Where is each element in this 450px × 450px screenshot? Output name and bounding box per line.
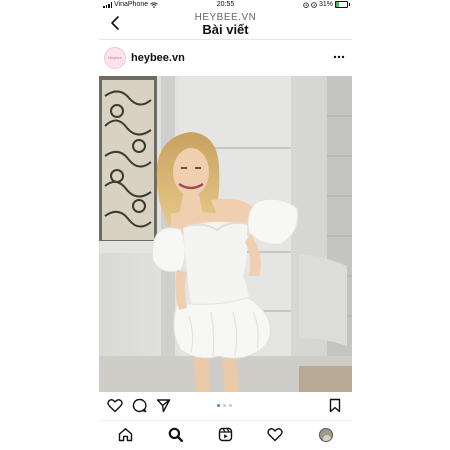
reels-icon[interactable] bbox=[218, 427, 233, 442]
battery-icon bbox=[335, 1, 350, 8]
carousel-dot bbox=[223, 404, 226, 407]
status-right: 31% bbox=[303, 1, 350, 8]
more-horizontal-icon[interactable] bbox=[332, 52, 346, 62]
carousel-dot bbox=[217, 404, 220, 407]
page-header: HEYBEE.VN Bài viết bbox=[99, 11, 352, 40]
carousel-indicator bbox=[217, 404, 232, 407]
bookmark-icon[interactable] bbox=[329, 398, 341, 413]
post-header: Heybee heybee.vn bbox=[99, 44, 352, 74]
instagram-screen: VinaPhone 20:55 31% HEYBEE.VN Bài viết H… bbox=[99, 0, 352, 450]
carousel-dot bbox=[229, 404, 232, 407]
activity-heart-icon[interactable] bbox=[267, 427, 283, 442]
post-username[interactable]: heybee.vn bbox=[131, 52, 185, 64]
location-icon bbox=[311, 1, 317, 8]
home-icon[interactable] bbox=[118, 427, 133, 442]
tab-bar-divider bbox=[99, 420, 352, 421]
comment-icon[interactable] bbox=[132, 398, 147, 413]
avatar-text: Heybee bbox=[108, 55, 122, 60]
post-action-bar bbox=[99, 396, 352, 416]
avatar[interactable]: Heybee bbox=[104, 47, 126, 69]
heart-icon[interactable] bbox=[107, 398, 123, 413]
share-icon[interactable] bbox=[156, 398, 171, 413]
tab-bar bbox=[99, 424, 352, 446]
post-image[interactable] bbox=[99, 76, 352, 392]
battery-percent: 31% bbox=[318, 1, 333, 8]
page-title: Bài viết bbox=[202, 22, 249, 37]
battery-fill bbox=[336, 2, 340, 7]
profile-avatar[interactable] bbox=[319, 428, 333, 442]
search-icon[interactable] bbox=[168, 427, 183, 442]
alarm-icon bbox=[303, 2, 309, 8]
status-bar: VinaPhone 20:55 31% bbox=[99, 0, 352, 11]
